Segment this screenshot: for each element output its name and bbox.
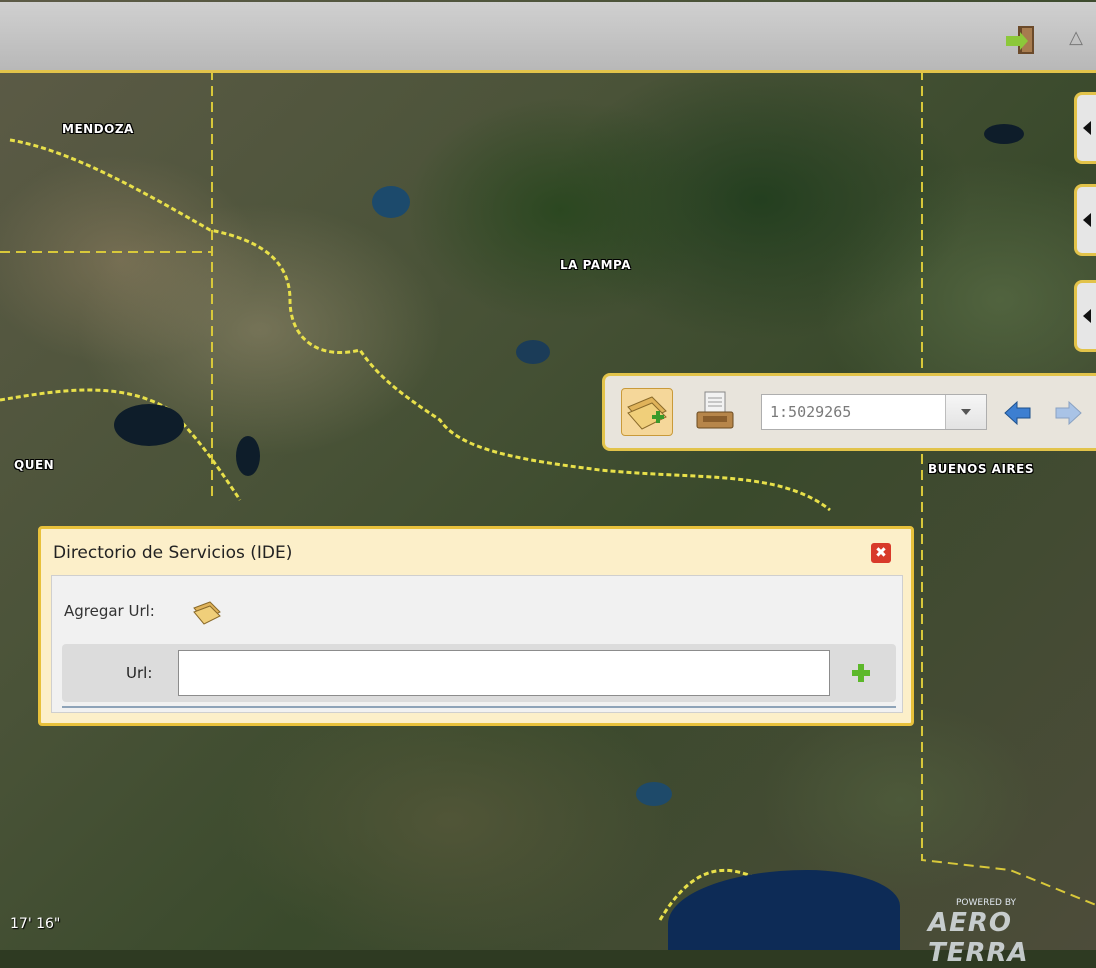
collapse-up-icon[interactable]: △ [1062,24,1090,52]
lake [236,436,260,476]
powered-by-label: POWERED BY [956,898,1017,908]
side-panel-tab-1[interactable] [1074,92,1096,164]
satellite-map[interactable]: MENDOZA LA PAMPA QUEN BUENOS AIRES [0,0,1096,950]
scale-select[interactable]: 1:5029265 [761,394,987,430]
divider [62,706,896,708]
map-label-neuquen: QUEN [14,458,55,472]
dialog-title: Directorio de Servicios (IDE) [53,543,293,563]
url-row: Url: [62,644,896,702]
side-panel-tab-2[interactable] [1074,184,1096,256]
arrow-left-icon[interactable] [1003,398,1033,428]
print-icon [696,391,734,429]
add-layer-button[interactable] [621,388,673,436]
chevron-left-icon [1083,213,1091,227]
map-label-mendoza: MENDOZA [62,122,134,136]
lake [636,782,672,806]
add-layer-icon[interactable] [190,596,224,626]
brand-logo: AERO TERRA [928,908,1029,968]
url-input[interactable] [178,650,830,696]
side-panel-tab-3[interactable] [1074,280,1096,352]
dialog-body: Agregar Url: Url: [51,575,903,713]
top-toolbar: △ [0,2,1096,73]
close-icon[interactable]: ✖ [871,543,891,563]
arrow-right-icon[interactable] [1053,398,1083,428]
chevron-left-icon [1083,309,1091,323]
chevron-down-icon[interactable] [945,395,986,429]
coordinate-readout: 17' 16" [10,916,61,932]
lake [372,186,410,218]
map-label-la-pampa: LA PAMPA [560,258,632,272]
add-icon[interactable] [850,662,872,684]
scale-value: 1:5029265 [770,403,852,421]
lake [516,340,550,364]
add-url-label: Agregar Url: [64,602,155,620]
print-button[interactable] [693,388,737,434]
services-directory-dialog: Directorio de Servicios (IDE) ✖ Agregar … [38,526,914,726]
exit-door-icon[interactable] [1004,24,1036,56]
add-layer-icon [627,396,667,430]
lake [984,124,1024,144]
chevron-left-icon [1083,121,1091,135]
url-label: Url: [126,664,153,682]
map-tools-bar: 1:5029265 [602,373,1096,451]
lake [114,404,184,446]
map-label-buenos-aires: BUENOS AIRES [928,462,1034,476]
